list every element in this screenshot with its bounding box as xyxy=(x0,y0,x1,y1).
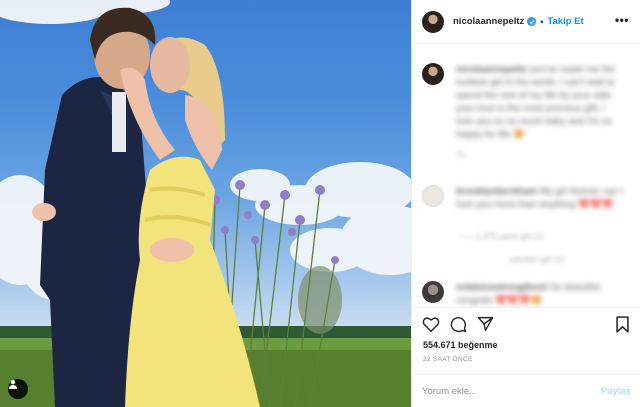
list-item: nobleinsetrengthonl So beautiful congrat… xyxy=(422,281,624,307)
heart-icon[interactable] xyxy=(422,316,440,332)
comment-list: nicolaannepeltz you've made me the lucki… xyxy=(412,45,640,307)
user-tag-icon xyxy=(9,380,17,389)
list-item: brooklynbeckham My girl forever can I lo… xyxy=(422,185,624,211)
user-tag-button[interactable] xyxy=(8,379,28,399)
comment-input[interactable] xyxy=(422,385,592,397)
comment-composer: Paylaş xyxy=(412,374,640,407)
comment-username[interactable]: nicolaannepeltz xyxy=(456,64,527,75)
comment-body: you've made me the luckiest girl in the … xyxy=(456,64,616,140)
header-separator: • xyxy=(540,16,544,27)
post-timestamp[interactable]: 22 SAAT ÖNCE xyxy=(423,356,473,363)
verified-badge-icon xyxy=(527,17,537,26)
author-avatar[interactable] xyxy=(422,10,444,33)
post-side-panel: nicolaannepeltz • Takip Et ••• nicolaann… xyxy=(411,0,640,407)
avatar[interactable] xyxy=(422,281,444,303)
comment-text: nobleinsetrengthonl So beautiful congrat… xyxy=(456,281,624,307)
avatar[interactable] xyxy=(422,63,444,85)
follow-button[interactable]: Takip Et xyxy=(547,16,583,27)
view-replies-link[interactable]: —— 1.473 yanıtı gör (1) xyxy=(458,232,544,241)
comment-username[interactable]: brooklynbeckham xyxy=(456,186,537,197)
comment-text: nicolaannepeltz you've made me the lucki… xyxy=(456,63,624,160)
comment-text: brooklynbeckham My girl forever can I lo… xyxy=(456,185,624,211)
share-icon[interactable] xyxy=(477,316,494,332)
comment-username[interactable]: nobleinsetrengthonl xyxy=(456,282,547,293)
avatar[interactable] xyxy=(422,185,444,207)
author-username[interactable]: nicolaannepeltz xyxy=(453,16,524,27)
more-options-icon[interactable]: ••• xyxy=(615,14,629,26)
load-more-replies[interactable]: yanıtları gör (1) xyxy=(510,255,564,264)
photo-illustration xyxy=(0,0,411,407)
likes-count[interactable]: 554.671 beğenme xyxy=(423,340,498,350)
post-actions: 554.671 beğenme 22 SAAT ÖNCE xyxy=(412,307,640,375)
list-item: nicolaannepeltz you've made me the lucki… xyxy=(422,63,624,160)
post-comment-button[interactable]: Paylaş xyxy=(601,386,631,397)
post-header: nicolaannepeltz • Takip Et ••• xyxy=(412,0,640,44)
post-photo[interactable] xyxy=(0,0,411,407)
comment-icon[interactable] xyxy=(450,316,467,333)
comment-meta: 1g xyxy=(456,149,465,158)
bookmark-icon[interactable] xyxy=(615,316,630,333)
